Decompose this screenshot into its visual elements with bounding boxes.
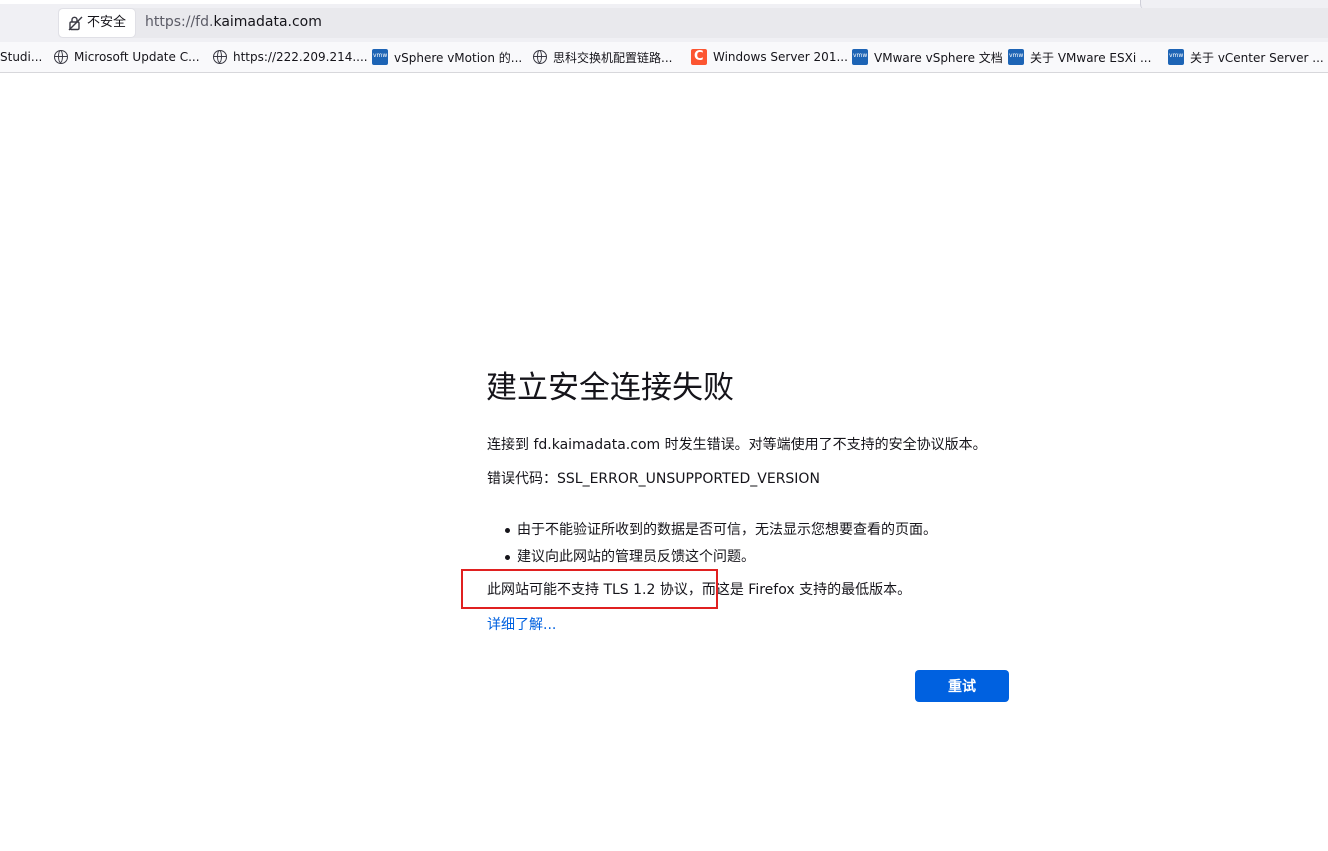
- urlbar: 不安全 https://fd.kaimadata.com: [0, 0, 1328, 42]
- error-code: 错误代码：SSL_ERROR_UNSUPPORTED_VERSION: [487, 471, 820, 487]
- list-item: 建议向此网站的管理员反馈这个问题。: [500, 544, 937, 571]
- bookmark-label: 关于 vCenter Server ...: [1190, 50, 1324, 65]
- bookmark-label: 关于 VMware ESXi ...: [1030, 50, 1152, 65]
- globe-icon: [533, 50, 547, 64]
- bookmark-item[interactable]: Studi...: [0, 42, 42, 72]
- url-domain: kaimadata.com: [213, 14, 322, 30]
- site-security-indicator[interactable]: 不安全: [59, 9, 135, 37]
- vmware-icon: [1008, 49, 1024, 65]
- bookmarks-toolbar: Studi... Microsoft Update C... https://2…: [0, 42, 1328, 73]
- bookmark-label: Studi...: [0, 50, 43, 64]
- page-title: 建立安全连接失败: [486, 370, 734, 406]
- bookmark-label: https://222.209.214....: [233, 50, 368, 64]
- bookmark-item[interactable]: Windows Server 201...: [691, 42, 848, 72]
- annotation-highlight-box: [461, 569, 718, 609]
- security-label: 不安全: [87, 15, 127, 30]
- bookmark-item[interactable]: VMware vSphere 文档: [852, 42, 1003, 72]
- window-top-strip: [0, 0, 1328, 4]
- error-description: 连接到 fd.kaimadata.com 时发生错误。对等端使用了不支持的安全协…: [487, 437, 987, 453]
- csdn-icon: [691, 49, 707, 65]
- list-item: 由于不能验证所收到的数据是否可信，无法显示您想要查看的页面。: [500, 517, 937, 544]
- retry-button[interactable]: 重试: [915, 670, 1009, 702]
- bookmark-label: Microsoft Update C...: [74, 50, 200, 64]
- bookmark-label: Windows Server 201...: [713, 50, 848, 64]
- globe-icon: [54, 50, 68, 64]
- bookmark-item[interactable]: 关于 VMware ESXi ...: [1008, 42, 1151, 72]
- vmware-icon: [852, 49, 868, 65]
- bookmark-label: VMware vSphere 文档: [874, 50, 1003, 65]
- bookmark-label: vSphere vMotion 的...: [394, 50, 523, 65]
- bookmark-item[interactable]: https://222.209.214....: [213, 42, 368, 72]
- vmware-icon: [1168, 49, 1184, 65]
- vmware-icon: [372, 49, 388, 65]
- insecure-lock-icon: [68, 16, 83, 31]
- bookmark-item[interactable]: Microsoft Update C...: [54, 42, 200, 72]
- learn-more-link[interactable]: 详细了解...: [487, 615, 556, 635]
- url-text[interactable]: https://fd.kaimadata.com: [145, 13, 322, 31]
- url-prefix: https://fd.: [145, 14, 214, 30]
- globe-icon: [213, 50, 227, 64]
- bookmark-item[interactable]: 关于 vCenter Server ...: [1168, 42, 1324, 72]
- bookmark-item[interactable]: 思科交换机配置链路...: [533, 42, 672, 72]
- bookmark-label: 思科交换机配置链路...: [553, 50, 673, 65]
- error-bullet-list: 由于不能验证所收到的数据是否可信，无法显示您想要查看的页面。 建议向此网站的管理…: [500, 517, 937, 571]
- bookmark-item[interactable]: vSphere vMotion 的...: [372, 42, 522, 72]
